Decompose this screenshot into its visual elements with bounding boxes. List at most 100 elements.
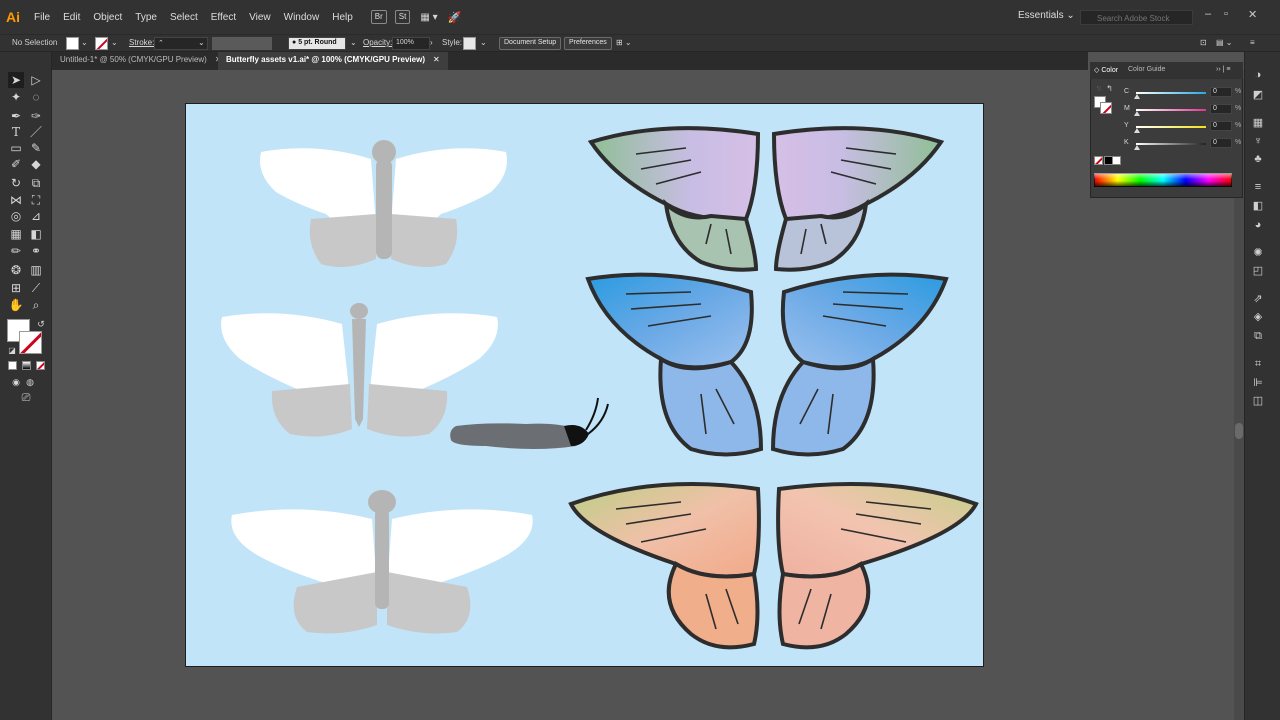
graph-tool-icon[interactable]: ▥ (28, 262, 44, 278)
artboard-tool-icon[interactable]: ⊞ (8, 280, 24, 296)
close-icon[interactable]: ✕ (433, 55, 440, 64)
tab-color[interactable]: ◇ Color (1094, 66, 1118, 74)
stroke-panel-icon[interactable]: ≡ (1251, 180, 1265, 194)
maximize-icon[interactable]: ▫ (1224, 8, 1228, 20)
menu-view[interactable]: View (249, 12, 271, 23)
butterfly-silhouette[interactable] (221, 303, 498, 437)
type-tool-icon[interactable]: T (8, 124, 24, 140)
minimize-icon[interactable]: – (1205, 8, 1211, 20)
preferences-button[interactable]: Preferences (564, 37, 612, 50)
eraser-icon[interactable]: ◆ (28, 156, 44, 172)
color-panel-icon[interactable]: ◑ (1251, 68, 1265, 82)
blend-tool-icon[interactable]: ⚭ (28, 243, 44, 259)
none-swatch[interactable] (1094, 156, 1103, 165)
brushes-icon[interactable]: ♆ (1251, 134, 1265, 148)
brush-definition[interactable]: ● 5 pt. Round (288, 37, 346, 50)
cyan-slider[interactable]: C 0 % (1124, 87, 1241, 99)
opacity-label[interactable]: Opacity: (363, 38, 392, 47)
shaper-tool-icon[interactable]: ✐ (8, 156, 24, 172)
scale-tool-icon[interactable]: ⧉ (28, 175, 44, 191)
slider-knob[interactable] (1134, 145, 1140, 150)
arrange-icon[interactable]: ⊡ (1200, 38, 1207, 47)
tab-color-guide[interactable]: Color Guide (1128, 66, 1165, 73)
align-icon[interactable]: ⊞ ⌄ (616, 38, 632, 47)
slider-knob[interactable] (1134, 111, 1140, 116)
menu-type[interactable]: Type (135, 12, 157, 23)
slider-track[interactable] (1136, 143, 1206, 145)
gradient-panel-icon[interactable]: ◧ (1251, 199, 1265, 213)
mesh-tool-icon[interactable]: ▦ (8, 226, 24, 242)
transparency-icon[interactable]: ◕ (1251, 218, 1265, 232)
perspective-grid-icon[interactable]: ⊿ (28, 208, 44, 224)
chevron-down-icon[interactable]: ⌄ (111, 38, 118, 47)
gradient-mode-icon[interactable] (22, 361, 31, 370)
slider-track[interactable] (1136, 126, 1206, 128)
hamburger-icon[interactable]: ≡ (1250, 38, 1255, 47)
chevron-down-icon[interactable]: ⌄ (350, 38, 357, 47)
rectangle-tool-icon[interactable]: ▭ (8, 140, 24, 156)
black-slider[interactable]: K 0 % (1124, 138, 1241, 150)
collapse-panel-icon[interactable]: ›› | ≡ (1216, 66, 1230, 73)
gradient-tool-icon[interactable]: ◧ (28, 226, 44, 242)
width-tool-icon[interactable]: ⋈ (8, 192, 24, 208)
menu-effect[interactable]: Effect (211, 12, 236, 23)
scrollbar-thumb[interactable] (1235, 423, 1243, 439)
symbols-icon[interactable]: ♣ (1251, 152, 1265, 166)
menu-help[interactable]: Help (332, 12, 353, 23)
tab-untitled-1[interactable]: Untitled-1* @ 50% (CMYK/GPU Preview)✕ (52, 52, 230, 70)
wing-set-blue[interactable] (585, 272, 949, 457)
opacity-field[interactable]: 100% (392, 37, 430, 50)
chevron-down-icon[interactable]: ⌄ (198, 38, 205, 47)
swatches-icon[interactable]: ▦ (1251, 116, 1265, 130)
channel-value-field[interactable]: 0 (1210, 87, 1232, 97)
draw-behind-icon[interactable]: ◍ (22, 374, 38, 390)
stock-search-input[interactable] (1080, 10, 1193, 25)
eyedropper-icon[interactable]: ✏ (8, 243, 24, 259)
variable-width-profile[interactable] (212, 37, 272, 50)
none-mode-icon[interactable] (36, 361, 45, 370)
app-logo[interactable]: Ai (6, 7, 26, 27)
graphic-styles-icon[interactable]: ◰ (1251, 264, 1265, 278)
color-spectrum-shade[interactable] (1094, 173, 1232, 187)
appearance-icon[interactable]: ✺ (1251, 246, 1265, 260)
pen-tool-icon[interactable]: ✒ (8, 108, 24, 124)
chevron-down-icon[interactable]: ⌄ (480, 38, 487, 47)
document-setup-button[interactable]: Document Setup (499, 37, 562, 50)
workspace-switcher[interactable]: Essentials ⌄ (1018, 10, 1075, 21)
direct-selection-tool-icon[interactable]: ▷ (28, 72, 44, 88)
close-icon[interactable]: ✕ (1248, 8, 1257, 21)
panel-menu-icon[interactable]: ▤ ⌄ (1216, 38, 1232, 47)
export-icon[interactable]: ⇗ (1251, 292, 1265, 306)
align-panel-icon[interactable]: ⊫ (1251, 376, 1265, 390)
stroke-swatch[interactable] (95, 37, 108, 50)
channel-value-field[interactable]: 0 (1210, 104, 1232, 114)
menu-window[interactable]: Window (284, 12, 320, 23)
color-mode-icon[interactable] (8, 361, 17, 370)
pathfinder-icon[interactable]: ◫ (1251, 394, 1265, 408)
channel-value-field[interactable]: 0 (1210, 138, 1232, 148)
white-swatch[interactable] (1112, 156, 1121, 165)
chevron-right-icon[interactable]: › (430, 38, 433, 47)
gpu-performance-icon[interactable]: 🚀 (448, 11, 462, 24)
slider-knob[interactable] (1134, 128, 1140, 133)
stroke-color-icon[interactable] (19, 331, 42, 354)
screen-mode-icon[interactable]: ⎚ (18, 390, 34, 406)
selection-tool-icon[interactable]: ➤ (8, 72, 24, 88)
symbol-sprayer-icon[interactable]: ❂ (8, 262, 24, 278)
menu-edit[interactable]: Edit (63, 12, 80, 23)
lasso-icon[interactable]: ◌ (28, 89, 44, 105)
fill-swatch[interactable] (66, 37, 79, 50)
artboards-icon[interactable]: ⧉ (1251, 329, 1265, 343)
line-tool-icon[interactable]: ／ (28, 124, 44, 140)
layers-icon[interactable]: ◈ (1251, 310, 1265, 324)
menu-object[interactable]: Object (93, 12, 122, 23)
color-guide-icon[interactable]: ◩ (1251, 88, 1265, 102)
butterfly-body[interactable] (450, 397, 609, 449)
yellow-slider[interactable]: Y 0 % (1124, 121, 1241, 133)
default-colors-icon[interactable]: ◪ (4, 343, 20, 359)
wing-set-green[interactable] (587, 126, 945, 272)
graphic-style-swatch[interactable] (463, 37, 476, 50)
shape-builder-icon[interactable]: ◎ (8, 208, 24, 224)
free-transform-icon[interactable]: ⛶ (28, 192, 44, 208)
slice-tool-icon[interactable]: ⟋ (28, 280, 44, 296)
